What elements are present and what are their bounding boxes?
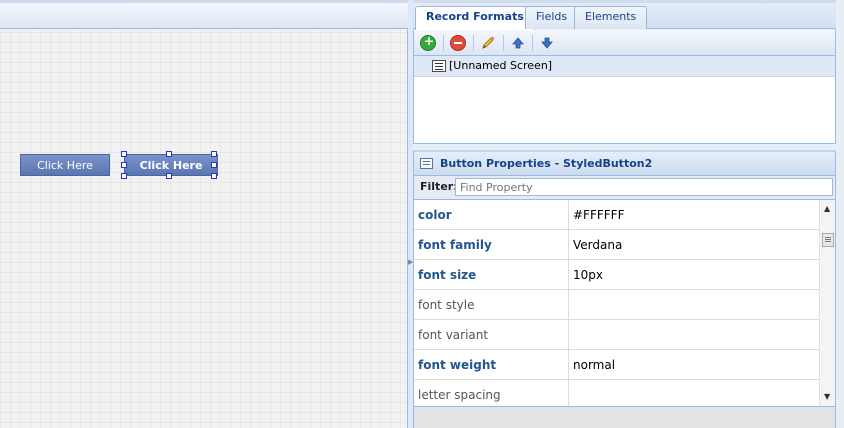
scroll-up-arrow-icon[interactable]: ▲: [824, 204, 830, 213]
table-row[interactable]: font weight normal: [414, 350, 819, 380]
table-row[interactable]: letter spacing: [414, 380, 819, 406]
filter-label: Filter:: [420, 180, 458, 193]
move-up-icon[interactable]: [510, 35, 526, 51]
scroll-down-arrow-icon[interactable]: ▼: [824, 392, 830, 401]
property-value[interactable]: [571, 320, 818, 350]
scroll-thumb[interactable]: [822, 233, 834, 247]
properties-panel-header: Button Properties - StyledButton2: [413, 150, 836, 176]
table-row[interactable]: font style: [414, 290, 819, 320]
resize-handle-nw[interactable]: [121, 151, 127, 157]
vertical-scrollbar[interactable]: ▲ ▼: [819, 200, 835, 406]
move-down-icon[interactable]: [539, 35, 555, 51]
resize-handle-w[interactable]: [121, 162, 127, 168]
screen-icon: [432, 60, 446, 72]
tab-elements[interactable]: Elements: [574, 6, 648, 29]
property-value[interactable]: #FFFFFF: [571, 200, 818, 230]
property-name: font variant: [414, 320, 569, 350]
filter-bar: Filter:: [413, 176, 836, 199]
resize-handle-sw[interactable]: [121, 173, 127, 179]
toolbar-separator: [443, 35, 444, 51]
table-row[interactable]: font family Verdana: [414, 230, 819, 260]
tab-fields[interactable]: Fields: [525, 6, 579, 29]
resize-handle-n[interactable]: [166, 151, 172, 157]
property-value[interactable]: Verdana: [571, 230, 818, 260]
properties-title: Button Properties - StyledButton2: [440, 157, 653, 170]
right-panel: Record Formats Fields Elements + [Unname…: [413, 0, 836, 428]
property-value[interactable]: 10px: [571, 260, 818, 290]
styled-button-1[interactable]: Click Here: [20, 154, 110, 176]
tab-strip: Record Formats Fields Elements: [413, 0, 836, 30]
property-grid: color #FFFFFF font family Verdana font s…: [413, 199, 836, 407]
properties-icon: [420, 158, 433, 169]
record-formats-list: [Unnamed Screen]: [413, 56, 836, 144]
table-row[interactable]: color #FFFFFF: [414, 200, 819, 230]
add-icon[interactable]: [420, 34, 436, 51]
list-item[interactable]: [Unnamed Screen]: [414, 56, 835, 77]
property-value[interactable]: [571, 380, 818, 406]
toolbar-separator: [532, 35, 533, 51]
edit-icon[interactable]: [480, 35, 496, 51]
canvas-header: [0, 0, 408, 29]
property-name: letter spacing: [414, 380, 569, 406]
table-row[interactable]: font size 10px: [414, 260, 819, 290]
remove-icon[interactable]: [450, 35, 466, 51]
toolbar-separator: [473, 35, 474, 51]
toolbar-separator: [503, 35, 504, 51]
tab-record-formats[interactable]: Record Formats: [415, 6, 535, 30]
property-value[interactable]: normal: [571, 350, 818, 380]
table-row[interactable]: font variant: [414, 320, 819, 350]
resize-handle-ne[interactable]: [211, 151, 217, 157]
property-name: font size: [414, 260, 569, 290]
property-name: font family: [414, 230, 569, 260]
filter-input[interactable]: [455, 178, 833, 196]
resize-handle-se[interactable]: [211, 173, 217, 179]
property-value[interactable]: [571, 290, 818, 320]
resize-handle-e[interactable]: [211, 162, 217, 168]
design-canvas[interactable]: Click Here Click Here: [0, 0, 408, 428]
window-edge: [836, 0, 844, 428]
record-toolbar: [413, 30, 836, 56]
panel-footer: [413, 407, 836, 428]
property-name: font weight: [414, 350, 569, 380]
resize-handle-s[interactable]: [166, 173, 172, 179]
property-name: font style: [414, 290, 569, 320]
record-label: [Unnamed Screen]: [449, 59, 553, 72]
property-name: color: [414, 200, 569, 230]
